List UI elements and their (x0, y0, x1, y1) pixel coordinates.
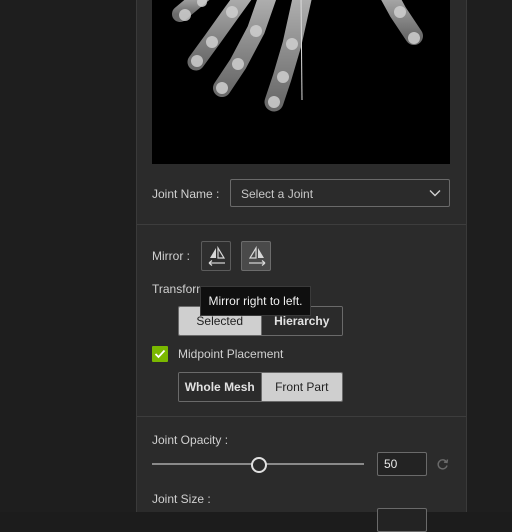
mesh-segmented-control: Whole Mesh Front Part (178, 372, 343, 402)
transform-label: Transform (152, 282, 207, 296)
joint-opacity-label: Joint Opacity : (152, 433, 229, 447)
midpoint-placement-label: Midpoint Placement (178, 347, 284, 361)
joint-size-label: Joint Size : (152, 492, 211, 506)
joint-name-label: Joint Name : (152, 187, 220, 201)
chevron-down-icon (429, 190, 441, 197)
joint-opacity-slider-thumb[interactable] (251, 457, 267, 473)
section-divider (137, 416, 466, 417)
mirror-right-button[interactable] (241, 241, 271, 271)
mirror-left-button[interactable] (201, 241, 231, 271)
joint-name-select[interactable]: Select a Joint (230, 179, 450, 207)
joint-settings-panel: Joint Name : Select a Joint Mirror : Tra… (136, 0, 467, 532)
mirror-label: Mirror : (152, 249, 190, 263)
checkmark-icon (154, 349, 166, 359)
mesh-option-front-part[interactable]: Front Part (260, 373, 342, 401)
joint-name-select-value: Select a Joint (241, 187, 314, 201)
joint-opacity-input[interactable]: 50 (377, 452, 427, 476)
right-edge-area (466, 0, 512, 512)
hand-skeleton-preview (152, 0, 450, 164)
mirror-tooltip: Mirror right to left. (200, 286, 311, 316)
mirror-left-icon (208, 246, 226, 266)
section-divider (137, 224, 466, 225)
left-viewport-area (0, 0, 136, 512)
reset-icon[interactable] (436, 458, 449, 471)
mirror-right-icon (248, 246, 266, 266)
midpoint-placement-checkbox[interactable] (152, 346, 168, 362)
mesh-option-whole-mesh[interactable]: Whole Mesh (179, 373, 261, 401)
